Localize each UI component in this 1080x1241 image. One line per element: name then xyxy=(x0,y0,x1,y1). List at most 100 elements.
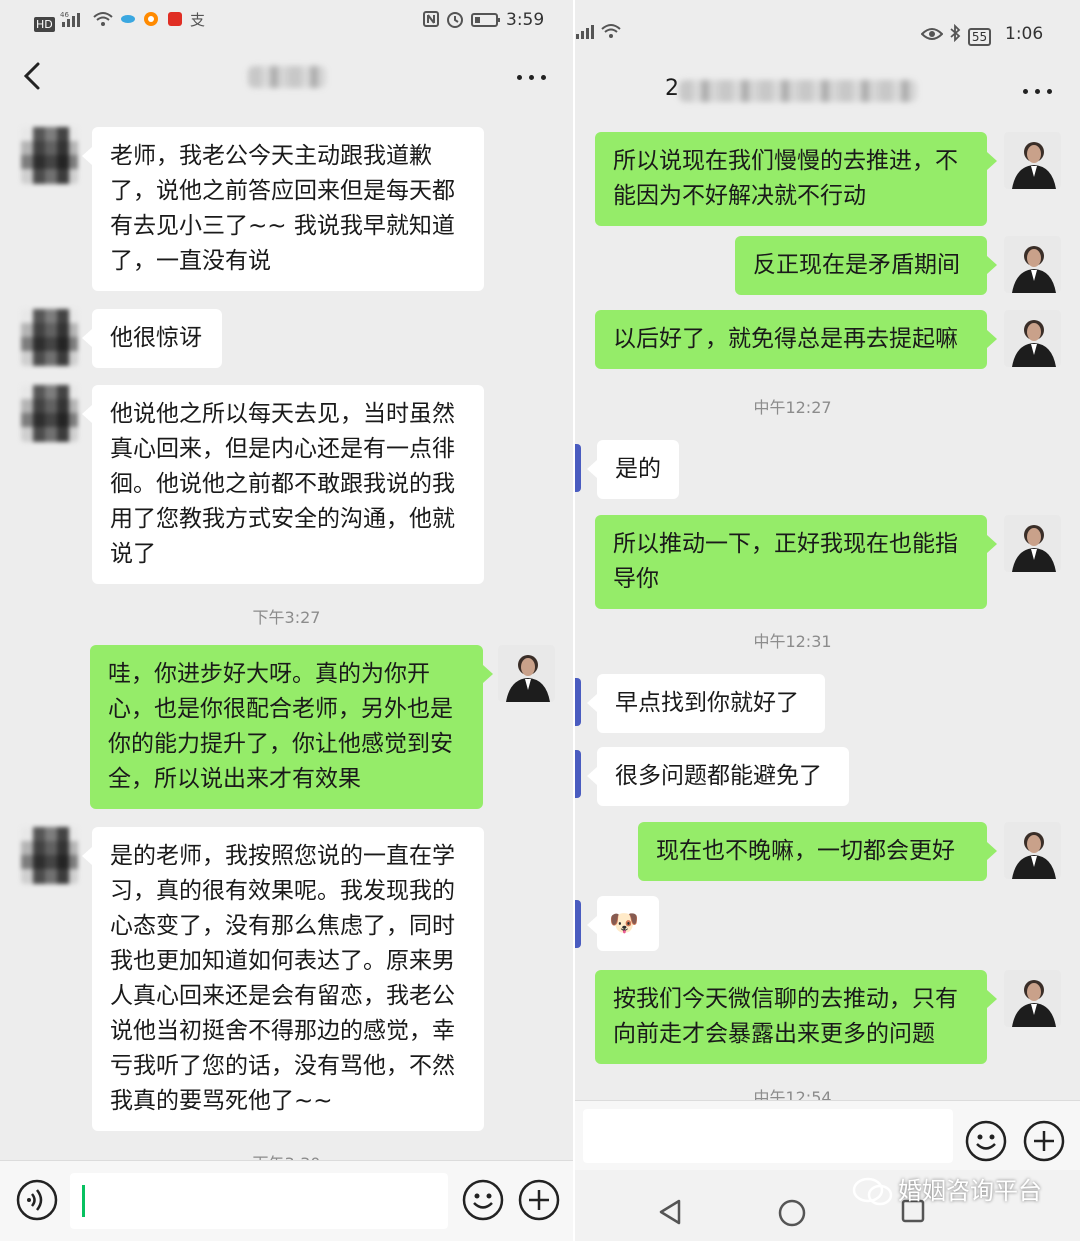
message-line: 以后好了，就免得总是再去提起嘛 xyxy=(613,326,958,352)
wifi-icon xyxy=(601,24,622,38)
contact-avatar-edge[interactable] xyxy=(575,900,581,948)
man-portrait-icon xyxy=(1004,515,1061,572)
incoming-message[interactable]: 是的 xyxy=(587,440,679,499)
app-pinduoduo-icon xyxy=(167,12,182,26)
signal-icons: HD 46 支 xyxy=(34,10,207,33)
contact-avatar-edge[interactable] xyxy=(575,750,581,798)
alipay-icon: 支 xyxy=(190,11,205,29)
incoming-message[interactable]: 他说他之所以每天去见，当时虽然 真心回来，但是内心还是有一点徘 徊。他说他之前都… xyxy=(82,385,484,584)
message-line: 是的老师，我按照您说的一直在学 xyxy=(110,843,455,869)
man-portrait-icon xyxy=(498,645,555,702)
outgoing-message[interactable]: 反正现在是矛盾期间 xyxy=(735,236,997,295)
doge-emoji: 🐶 xyxy=(609,909,639,937)
plus-icon[interactable] xyxy=(1023,1120,1065,1162)
message-line: 心，也是你很配合老师，另外也是 xyxy=(108,696,453,722)
man-portrait-icon xyxy=(1004,132,1061,189)
message-line: 能因为不好解决就不行动 xyxy=(613,183,866,209)
message-line: 全，所以说出来才有效果 xyxy=(108,766,361,792)
eye-icon xyxy=(920,28,944,40)
message-line: 人真心回来还是会有留恋，我老公 xyxy=(110,983,455,1009)
emoji-icon[interactable] xyxy=(965,1120,1007,1162)
right-chat-screen: 55 1:06 2 所以说现在我们慢慢的去推进，不 能因为不好解决就不行动 反正… xyxy=(575,0,1080,1241)
message-line: 所以说现在我们慢慢的去推进，不 xyxy=(613,148,958,174)
nav-home-icon[interactable] xyxy=(777,1198,807,1228)
my-avatar[interactable] xyxy=(1004,970,1061,1027)
man-portrait-icon xyxy=(1004,236,1061,293)
more-options-icon[interactable] xyxy=(517,72,549,82)
message-line: 老师，我老公今天主动跟我道歉 xyxy=(110,143,432,169)
system-icons: 55 xyxy=(920,23,992,47)
outgoing-message[interactable]: 现在也不晚嘛，一切都会更好 xyxy=(638,822,997,881)
outgoing-message[interactable]: 哇，你进步好大呀。真的为你开 心，也是你很配合老师，另外也是 你的能力提升了，你… xyxy=(90,645,493,809)
voice-input-icon[interactable] xyxy=(16,1179,58,1221)
message-line: 哇，你进步好大呀。真的为你开 xyxy=(108,661,430,687)
message-line: 我真的要骂死他了~~ xyxy=(110,1088,333,1114)
message-line: 亏我听了您的话，没有骂他，不然 xyxy=(110,1053,455,1079)
message-line: 导你 xyxy=(613,566,659,592)
more-options-icon[interactable] xyxy=(1023,86,1055,96)
chat-title-prefix: 2 xyxy=(665,76,679,101)
signal-icons xyxy=(575,22,622,45)
watermark: 婚姻咨询平台 xyxy=(852,1171,1042,1207)
incoming-message[interactable]: 老师，我老公今天主动跟我道歉 了，说他之前答应回来但是每天都 有去见小三了~~ … xyxy=(82,127,484,291)
my-avatar[interactable] xyxy=(1004,515,1061,572)
my-avatar[interactable] xyxy=(1004,132,1061,189)
contact-avatar[interactable] xyxy=(21,309,78,366)
outgoing-message[interactable]: 以后好了，就免得总是再去提起嘛 xyxy=(595,310,997,369)
message-line: 早点找到你就好了 xyxy=(615,690,799,716)
contact-avatar[interactable] xyxy=(21,127,78,184)
message-line: 他很惊讶 xyxy=(110,325,202,351)
contact-avatar-edge[interactable] xyxy=(575,444,581,492)
message-line: 说他当初挺舍不得那边的感觉，幸 xyxy=(110,1018,455,1044)
text-caret xyxy=(82,1185,85,1217)
message-line: 我也更加知道如何表达了。原来男 xyxy=(110,948,455,974)
incoming-message[interactable]: 是的老师，我按照您说的一直在学 习，真的很有效果呢。我发现我的 心态变了，没有那… xyxy=(82,827,484,1131)
clock: 3:59 xyxy=(506,10,545,30)
hd-icon: HD xyxy=(34,17,55,32)
outgoing-message[interactable]: 所以说现在我们慢慢的去推进，不 能因为不好解决就不行动 xyxy=(595,132,997,226)
plus-icon[interactable] xyxy=(518,1179,560,1221)
bluetooth-icon xyxy=(950,23,961,43)
message-input[interactable] xyxy=(70,1173,448,1229)
message-line: 徊。他说他之前都不敢跟我说的我 xyxy=(110,471,455,497)
message-line: 是的 xyxy=(615,456,661,482)
message-line: 用了您教我方式安全的沟通，他就 xyxy=(110,506,455,532)
contact-avatar-edge[interactable] xyxy=(575,678,581,726)
message-line: 所以推动一下，正好我现在也能指 xyxy=(613,531,958,557)
battery-level: 55 xyxy=(967,28,992,46)
message-line: 他说他之所以每天去见，当时虽然 xyxy=(110,401,455,427)
contact-avatar[interactable] xyxy=(21,385,78,442)
message-input[interactable] xyxy=(583,1109,953,1163)
message-line: 向前走才会暴露出来更多的问题 xyxy=(613,1021,935,1047)
contact-avatar[interactable] xyxy=(21,827,78,884)
outgoing-message[interactable]: 所以推动一下，正好我现在也能指 导你 xyxy=(595,515,997,609)
my-avatar[interactable] xyxy=(1004,822,1061,879)
man-portrait-icon xyxy=(1004,970,1061,1027)
message-line: 现在也不晚嘛，一切都会更好 xyxy=(656,838,955,864)
chat-header: 2 xyxy=(575,60,1080,128)
emoji-icon[interactable] xyxy=(462,1179,504,1221)
incoming-message[interactable]: 很多问题都能避免了 xyxy=(587,747,849,806)
message-line: 你的能力提升了，你让他感觉到安 xyxy=(108,731,453,757)
chat-header xyxy=(0,44,573,112)
incoming-message[interactable]: 早点找到你就好了 xyxy=(587,674,825,733)
incoming-message[interactable]: 他很惊讶 xyxy=(82,309,222,368)
my-avatar[interactable] xyxy=(1004,310,1061,367)
system-icons xyxy=(422,10,501,33)
back-arrow-icon[interactable] xyxy=(14,58,50,94)
incoming-emoji-message[interactable]: 🐶 xyxy=(587,896,659,951)
my-avatar[interactable] xyxy=(1004,236,1061,293)
message-line: 说了 xyxy=(110,541,156,567)
input-bar xyxy=(0,1160,573,1241)
chat-title-blurred xyxy=(248,66,326,88)
my-avatar[interactable] xyxy=(498,645,555,702)
left-chat-screen: HD 46 支 3:59 老师，我老公今天主动跟我道歉 了，说他之前答应回来但是… xyxy=(0,0,573,1241)
status-bar: HD 46 支 3:59 xyxy=(0,0,573,44)
wifi-icon xyxy=(92,12,113,26)
outgoing-message[interactable]: 按我们今天微信聊的去推动，只有 向前走才会暴露出来更多的问题 xyxy=(595,970,997,1064)
app-fish-icon xyxy=(120,15,135,23)
input-bar xyxy=(575,1100,1080,1170)
nav-back-icon[interactable] xyxy=(657,1198,683,1226)
timestamp: 下午3:27 xyxy=(252,608,321,627)
status-bar: 55 1:06 xyxy=(575,0,1080,47)
